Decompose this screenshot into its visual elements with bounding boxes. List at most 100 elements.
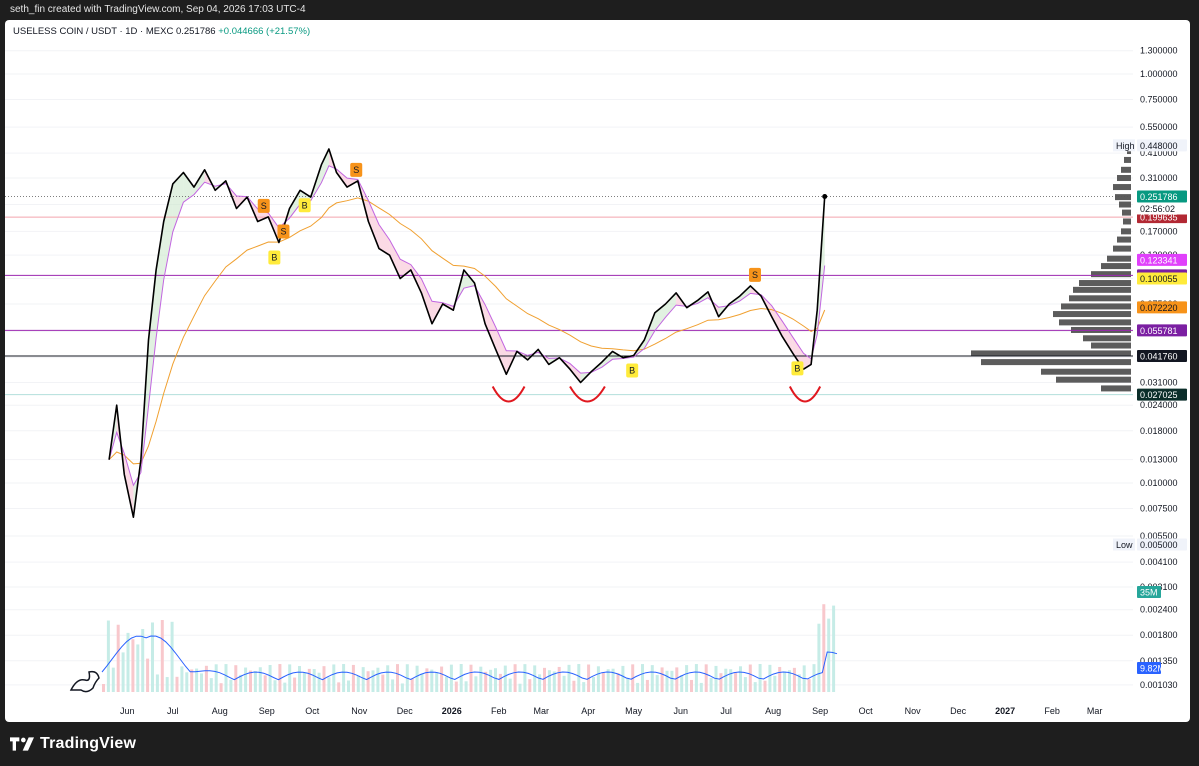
volume-bar [332, 664, 336, 692]
trend-ribbon [495, 327, 507, 375]
volume-bar [709, 677, 713, 692]
volume-bar [371, 670, 375, 692]
profile-bar [981, 359, 1131, 366]
volume-bar [616, 673, 620, 692]
y-tick-label: 0.018000 [1140, 426, 1178, 436]
level-price-label: 0.100055 [1140, 274, 1178, 284]
volume-bar [420, 673, 424, 692]
volume-bar [160, 620, 164, 692]
volume-bar [302, 672, 306, 692]
symbol-last: 0.251786 [175, 26, 216, 37]
volume-bar [626, 677, 630, 692]
x-tick-label: Jun [120, 706, 135, 716]
volume-bar [317, 672, 321, 692]
profile-bar [1117, 175, 1131, 182]
volume-pane [101, 604, 838, 692]
volume-bar [136, 644, 140, 692]
y-tick-label: 0.013000 [1140, 455, 1178, 465]
volume-bar [601, 672, 605, 692]
volume-bar [229, 679, 233, 692]
signal-tag-label: B [794, 363, 800, 373]
symbol-info: USELESS COIN / USDT · 1D · MEXC 0.251786… [13, 26, 310, 37]
x-tick-label: Sep [259, 706, 275, 716]
volume-bar [253, 671, 257, 692]
volume-bar [645, 679, 649, 692]
volume-bar [792, 667, 796, 692]
level-price-label: 0.448000 [1140, 141, 1178, 151]
volume-bar [592, 677, 595, 692]
volume-bar [356, 675, 360, 692]
x-tick-label: Feb [491, 706, 507, 716]
volume-bar [454, 681, 458, 692]
volume-bar [351, 664, 355, 692]
volume-bar [523, 664, 527, 692]
signal-tag-label: S [280, 226, 286, 236]
countdown-label: 02:56:02 [1140, 204, 1175, 214]
volume-bar [165, 677, 169, 692]
brand-name[interactable]: TradingView [40, 735, 136, 753]
volume-bar [175, 676, 179, 692]
volume-bar [822, 604, 826, 692]
footer-bar: TradingView [0, 722, 1199, 766]
volume-bar [567, 664, 571, 692]
y-tick-label: 0.001800 [1140, 630, 1178, 640]
volume-bar [106, 620, 110, 692]
y-tick-label: 0.001030 [1140, 680, 1178, 690]
level-price-label: 0.041760 [1140, 352, 1178, 362]
volume-bar [655, 675, 659, 692]
volume-bar [131, 639, 135, 692]
profile-bar [1053, 311, 1131, 318]
volume-bar [533, 665, 537, 692]
last-price-dot [822, 193, 828, 199]
profile-bar [1056, 376, 1131, 383]
volume-bar [410, 678, 414, 692]
fast-average-line [108, 165, 826, 487]
y-tick-label: 0.010000 [1140, 478, 1178, 488]
profile-bar [1069, 295, 1131, 302]
volume-bar [773, 675, 777, 692]
slow-average-line [108, 197, 826, 465]
volume-bar [298, 666, 301, 692]
x-tick-label: Jul [167, 706, 179, 716]
x-tick-label: Dec [950, 706, 967, 716]
volume-bar [464, 681, 468, 692]
volume-bar [376, 667, 380, 692]
volume-bar [214, 664, 218, 692]
x-tick-label: Nov [351, 706, 368, 716]
y-tick-label: 0.004100 [1140, 557, 1178, 567]
volume-bar [249, 670, 252, 692]
volume-bar [435, 672, 439, 692]
profile-bar [1083, 335, 1131, 342]
x-tick-label: Aug [212, 706, 228, 716]
volume-bar [102, 684, 105, 692]
level-tag: Low [1116, 540, 1133, 550]
volume-bar [459, 664, 463, 692]
volume-bar [562, 675, 566, 692]
volume-bar [141, 629, 145, 692]
chart-frame[interactable]: S B S B S B S B 1.300000 1.000000 0.750000 0.55000… [5, 20, 1190, 722]
volume-bar [557, 666, 561, 692]
volume-bar [396, 664, 399, 692]
volume-bar [146, 658, 150, 692]
y-tick-label: 0.310000 [1140, 173, 1178, 183]
volume-bar [572, 680, 576, 692]
volume-bar [768, 664, 772, 692]
volume-bar [596, 666, 600, 692]
volume-bar [121, 652, 125, 692]
volume-bar [430, 669, 434, 692]
profile-bar [1091, 271, 1131, 278]
y-tick-label: 0.750000 [1140, 95, 1178, 105]
bottom-curve-annotation [491, 386, 526, 403]
price-chart[interactable]: S B S B S B S B 1.300000 1.000000 0.750000 0.55000… [5, 20, 1190, 722]
volume-bar [650, 665, 654, 692]
signal-tag-label: S [752, 270, 758, 280]
volume-bar [307, 668, 311, 692]
volume-bar [155, 674, 159, 692]
profile-bar [1073, 286, 1131, 293]
volume-bar [508, 678, 512, 692]
volume-bar [347, 680, 350, 692]
trend-ribbon [782, 321, 793, 354]
y-tick-label: 0.002400 [1140, 605, 1178, 615]
profile-bar [1117, 236, 1131, 243]
volume-bar [503, 665, 507, 692]
